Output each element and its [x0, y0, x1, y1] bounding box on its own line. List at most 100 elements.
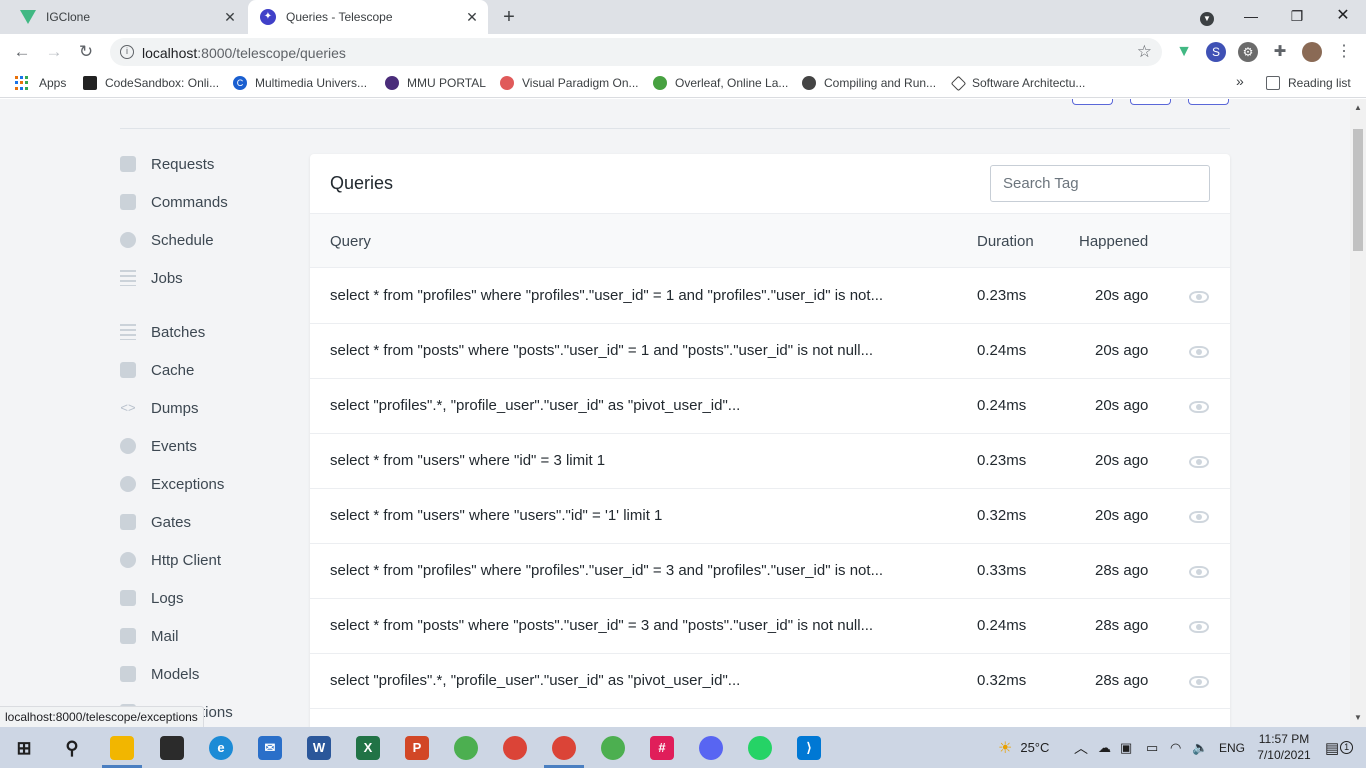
- table-row[interactable]: select * from "users" where "id" = 3 lim…: [310, 434, 1230, 489]
- vue-devtools-icon[interactable]: ▼: [1174, 42, 1194, 62]
- notepad-icon[interactable]: [160, 736, 184, 760]
- page-scrollbar[interactable]: ▲ ▼: [1350, 99, 1366, 727]
- sidebar-item-gates[interactable]: Gates: [120, 510, 191, 534]
- discord-icon[interactable]: [699, 736, 723, 760]
- slack-icon[interactable]: #: [650, 736, 674, 760]
- sidebar-item-models[interactable]: Models: [120, 662, 199, 686]
- duration-value: 0.24ms: [977, 617, 1027, 634]
- more-bookmarks-icon[interactable]: »: [1236, 73, 1244, 89]
- scroll-down-icon[interactable]: ▼: [1353, 713, 1363, 722]
- table-row[interactable]: select * from "posts" where "posts"."use…: [310, 324, 1230, 379]
- duration-value: 0.32ms: [977, 672, 1027, 689]
- close-window-button[interactable]: ✕: [1331, 4, 1355, 28]
- sidebar-item-exceptions[interactable]: Exceptions: [120, 472, 224, 496]
- header-divider: [120, 128, 1230, 129]
- clock[interactable]: 11:57 PM 7/10/2021: [1254, 731, 1314, 763]
- back-icon[interactable]: ←: [10, 40, 34, 64]
- profile-avatar[interactable]: [1302, 42, 1322, 62]
- show-hidden-icons-icon[interactable]: ︿: [1074, 727, 1088, 768]
- powerpoint-icon[interactable]: P: [405, 736, 429, 760]
- reading-list-button[interactable]: Reading list: [1266, 76, 1351, 90]
- menu-kebab-icon[interactable]: ⋮: [1334, 42, 1354, 62]
- input-language[interactable]: ENG: [1219, 727, 1245, 768]
- header-button[interactable]: [1072, 99, 1113, 105]
- network-icon[interactable]: ▣: [1120, 727, 1132, 768]
- windows-start-icon[interactable]: ⊞: [12, 736, 36, 760]
- sidebar-item-http-client[interactable]: Http Client: [120, 548, 221, 572]
- sidebar-item-events[interactable]: Events: [120, 434, 197, 458]
- word-icon[interactable]: W: [307, 736, 331, 760]
- scroll-up-icon[interactable]: ▲: [1353, 103, 1363, 112]
- eye-icon[interactable]: [1189, 456, 1209, 468]
- tab-search-icon[interactable]: ▼: [1195, 4, 1219, 28]
- url-text[interactable]: localhost:8000/telescope/queries: [142, 45, 346, 61]
- table-row[interactable]: select * from "posts" where "posts"."use…: [310, 599, 1230, 654]
- table-row[interactable]: select * from "profiles" where "profiles…: [310, 544, 1230, 599]
- extension-icon[interactable]: S: [1206, 42, 1226, 62]
- forward-icon[interactable]: →: [42, 40, 66, 64]
- eye-icon[interactable]: [1189, 401, 1209, 413]
- chrome-icon[interactable]: [454, 736, 478, 760]
- address-bar[interactable]: i localhost:8000/telescope/queries ☆: [110, 38, 1162, 66]
- bookmark-multimedia-university[interactable]: C Multimedia Univers...: [233, 76, 367, 90]
- file-explorer-icon[interactable]: [110, 736, 134, 760]
- eye-icon[interactable]: [1189, 676, 1209, 688]
- notifications-button[interactable]: ▤ 1: [1325, 727, 1354, 768]
- extension-gear-icon[interactable]: ⚙: [1238, 42, 1258, 62]
- bookmark-overleaf[interactable]: Overleaf, Online La...: [653, 76, 788, 90]
- table-row[interactable]: select "profiles".*, "profile_user"."use…: [310, 654, 1230, 709]
- chrome-icon[interactable]: [503, 736, 527, 760]
- sidebar-item-cache[interactable]: Cache: [120, 358, 194, 382]
- eye-icon[interactable]: [1189, 566, 1209, 578]
- whatsapp-icon[interactable]: [748, 736, 772, 760]
- eye-icon[interactable]: [1189, 291, 1209, 303]
- chrome-icon[interactable]: [601, 736, 625, 760]
- scroll-thumb[interactable]: [1353, 129, 1363, 251]
- bookmark-star-icon[interactable]: ☆: [1137, 42, 1152, 62]
- site-info-icon[interactable]: i: [120, 45, 134, 59]
- excel-icon[interactable]: X: [356, 736, 380, 760]
- new-tab-button[interactable]: +: [498, 6, 520, 28]
- search-icon[interactable]: ⚲: [60, 736, 84, 760]
- onedrive-icon[interactable]: ☁: [1098, 727, 1111, 768]
- extensions-puzzle-icon[interactable]: ✚: [1270, 42, 1290, 62]
- mail-icon[interactable]: ✉: [258, 736, 282, 760]
- battery-icon[interactable]: ▭: [1146, 727, 1158, 768]
- minimize-button[interactable]: —: [1239, 4, 1263, 28]
- sidebar-item-jobs[interactable]: Jobs: [120, 266, 183, 290]
- bookmark-codesandbox[interactable]: CodeSandbox: Onli...: [83, 76, 219, 90]
- edge-icon[interactable]: e: [209, 736, 233, 760]
- tab-igclone[interactable]: IGClone ✕: [8, 0, 246, 34]
- eye-icon[interactable]: [1189, 511, 1209, 523]
- bookmark-software-architecture[interactable]: Software Architectu...: [950, 75, 1085, 91]
- chrome-icon[interactable]: [552, 736, 576, 760]
- bookmark-apps[interactable]: Apps: [15, 76, 66, 90]
- volume-icon[interactable]: 🔈: [1192, 727, 1208, 768]
- vscode-icon[interactable]: ⟩: [797, 736, 821, 760]
- close-icon[interactable]: ✕: [222, 9, 238, 25]
- sidebar-item-dumps[interactable]: <> Dumps: [120, 396, 198, 420]
- sidebar-item-schedule[interactable]: Schedule: [120, 228, 214, 252]
- header-button[interactable]: [1130, 99, 1171, 105]
- eye-icon[interactable]: [1189, 621, 1209, 633]
- reload-icon[interactable]: ↻: [74, 40, 98, 64]
- weather-widget[interactable]: ☀ 25°C: [998, 727, 1049, 768]
- bookmark-visual-paradigm[interactable]: Visual Paradigm On...: [500, 76, 639, 90]
- sidebar-item-batches[interactable]: Batches: [120, 320, 205, 344]
- tab-queries-telescope[interactable]: ✦ Queries - Telescope ✕: [248, 0, 488, 34]
- sidebar-item-mail[interactable]: Mail: [120, 624, 179, 648]
- sidebar-item-logs[interactable]: Logs: [120, 586, 184, 610]
- table-row[interactable]: select * from "users" where "users"."id"…: [310, 489, 1230, 544]
- search-tag-input[interactable]: [990, 165, 1210, 202]
- bookmark-compiling-and-run[interactable]: Compiling and Run...: [802, 76, 936, 90]
- sidebar-item-commands[interactable]: Commands: [120, 190, 228, 214]
- bookmark-mmu-portal[interactable]: MMU PORTAL: [385, 76, 486, 90]
- table-row[interactable]: select * from "profiles" where "profiles…: [310, 269, 1230, 324]
- sidebar-item-requests[interactable]: Requests: [120, 152, 214, 176]
- restore-button[interactable]: ❐: [1285, 4, 1309, 28]
- eye-icon[interactable]: [1189, 346, 1209, 358]
- wifi-icon[interactable]: ◠: [1170, 727, 1181, 768]
- header-button[interactable]: [1188, 99, 1229, 105]
- table-row[interactable]: select "profiles".*, "profile_user"."use…: [310, 379, 1230, 434]
- close-icon[interactable]: ✕: [464, 9, 480, 25]
